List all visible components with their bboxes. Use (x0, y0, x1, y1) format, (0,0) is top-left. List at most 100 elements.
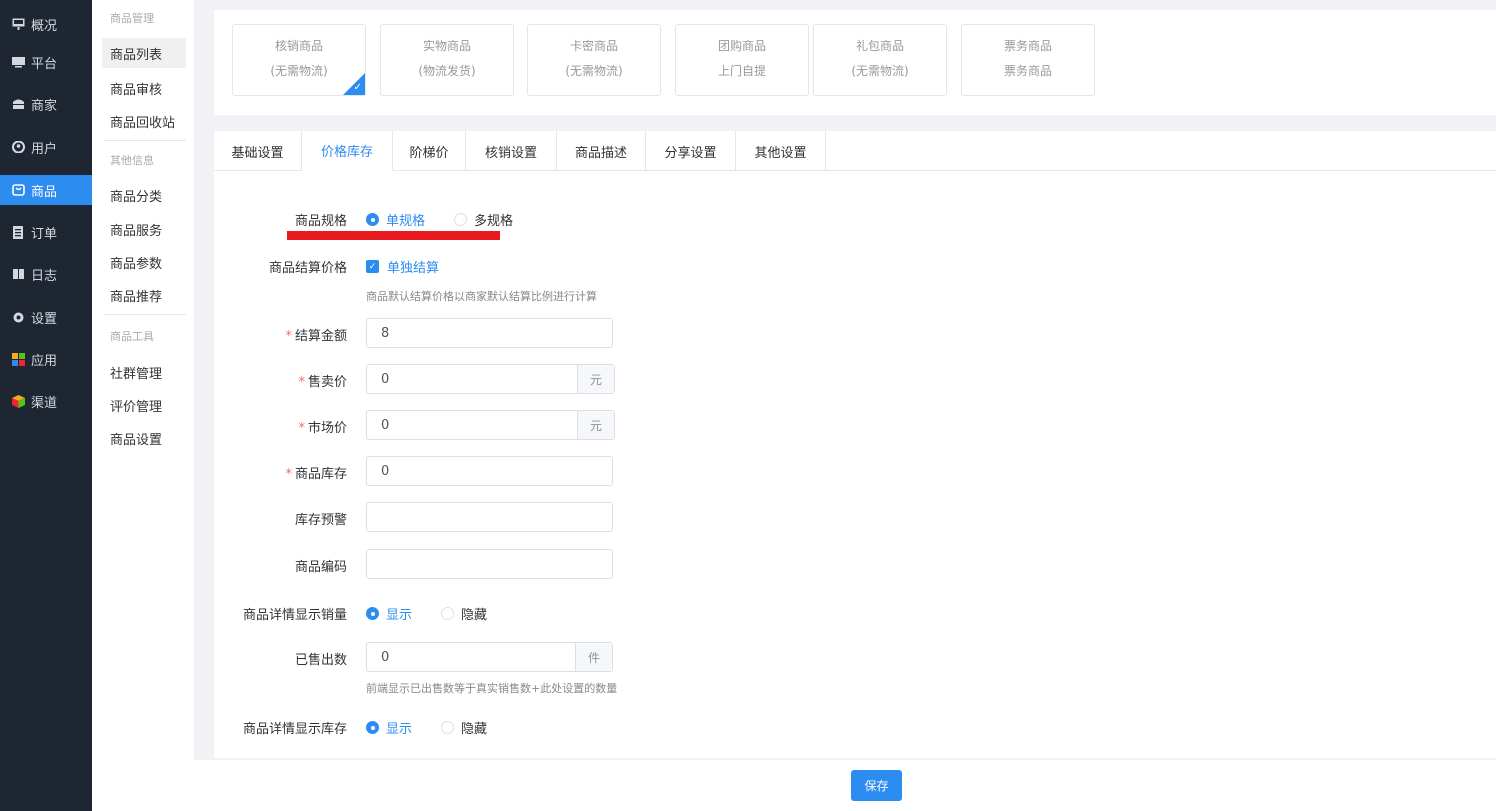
save-button[interactable]: 保存 (851, 770, 902, 801)
show-sales-show-radio[interactable]: 显示 (366, 604, 412, 623)
spec-single-radio[interactable]: 单规格 (366, 210, 425, 229)
show-stock-label: 商品详情显示库存 (242, 722, 347, 737)
sub-item-product-review[interactable]: 商品审核 (102, 73, 186, 103)
nav-item-settings[interactable]: 设置 (0, 302, 92, 332)
type-name: 票务商品 (1003, 39, 1052, 53)
tab-share[interactable]: 分享设置 (646, 131, 736, 171)
type-name: 实物商品 (422, 39, 471, 53)
nav-label: 商家 (31, 98, 58, 114)
main-nav: 概况 平台 商家 用户 商品 订单 日志 设置 应用 渠道 (0, 0, 92, 811)
tab-other[interactable]: 其他设置 (736, 131, 826, 171)
type-card-card-key[interactable]: 卡密商品 (无需物流) (527, 24, 661, 96)
settle-label: 商品结算价格 (268, 261, 347, 276)
stock-warning-label: 库存预警 (294, 513, 347, 528)
settle-hint: 商品默认结算价格以商家默认结算比例进行计算 (366, 290, 597, 303)
nav-item-apps[interactable]: 应用 (0, 344, 92, 374)
sub-item-recommend[interactable]: 商品推荐 (102, 280, 186, 310)
tab-price-stock[interactable]: 价格库存 (302, 131, 393, 171)
tab-tier-price[interactable]: 阶梯价 (393, 131, 466, 171)
radio-label: 单规格 (386, 214, 426, 229)
book-icon (11, 267, 25, 281)
type-name: 礼包商品 (855, 39, 904, 53)
nav-item-product[interactable]: 商品 (0, 175, 92, 205)
show-sales-hide-radio[interactable]: 隐藏 (441, 604, 487, 623)
radio-dot (441, 607, 454, 620)
sub-nav: 商品管理 商品列表 商品审核 商品回收站 其他信息 商品分类 商品服务 商品参数… (92, 0, 194, 811)
divider (104, 314, 186, 315)
apps-grid-icon (11, 352, 25, 366)
radio-dot (454, 213, 467, 226)
nav-label: 渠道 (31, 395, 58, 411)
user-icon (11, 140, 25, 154)
nav-item-merchant[interactable]: 商家 (0, 89, 92, 119)
market-price-input[interactable]: 0 元 (366, 410, 615, 440)
nav-item-order[interactable]: 订单 (0, 217, 92, 247)
sub-item-product-list[interactable]: 商品列表 (102, 38, 186, 68)
footer-bar (194, 760, 1496, 811)
type-card-ticket[interactable]: 票务商品 票务商品 (961, 24, 1095, 96)
nav-label: 概况 (31, 18, 58, 34)
radio-label: 显示 (386, 722, 413, 737)
nav-item-log[interactable]: 日志 (0, 259, 92, 289)
label-text: 结算金额 (294, 329, 347, 344)
sold-count-input[interactable]: 0 件 (366, 642, 613, 672)
required-mark: * (298, 421, 305, 436)
spec-multi-radio[interactable]: 多规格 (454, 210, 513, 229)
show-stock-show-radio[interactable]: 显示 (366, 718, 412, 737)
nav-item-channel[interactable]: 渠道 (0, 386, 92, 416)
radio-dot (441, 721, 454, 734)
checkmark-icon: ✓ (366, 260, 379, 273)
type-sub: (无需物流) (851, 64, 909, 78)
sold-count-hint: 前端显示已出售数等于真实销售数+此处设置的数量 (366, 682, 618, 695)
tab-description[interactable]: 商品描述 (557, 131, 646, 171)
show-sales-label: 商品详情显示销量 (242, 608, 347, 623)
nav-item-platform[interactable]: 平台 (0, 47, 92, 77)
required-mark: * (285, 467, 292, 482)
settle-separately-checkbox[interactable]: ✓ 单独结算 (366, 257, 439, 276)
required-mark: * (298, 375, 305, 390)
stock-input[interactable]: 0 (366, 456, 613, 486)
checkbox-label: 单独结算 (387, 261, 440, 276)
unit-addon: 件 (575, 643, 612, 671)
sub-item-recycle-bin[interactable]: 商品回收站 (102, 106, 186, 136)
type-card-physical[interactable]: 实物商品 (物流发货) (380, 24, 514, 96)
nav-label: 用户 (31, 141, 58, 157)
currency-addon: 元 (577, 411, 614, 439)
nav-label: 商品 (31, 184, 58, 200)
type-sub: (无需物流) (565, 64, 623, 78)
product-type-panel: 核销商品 (无需物流) ✓ 实物商品 (物流发货) 卡密商品 (无需物流) 团购… (214, 10, 1496, 115)
type-name: 卡密商品 (569, 39, 618, 53)
divider (104, 140, 186, 141)
type-name: 团购商品 (717, 39, 766, 53)
tab-verify[interactable]: 核销设置 (466, 131, 557, 171)
tab-basic[interactable]: 基础设置 (214, 131, 302, 171)
input-value: 0 (381, 649, 390, 665)
input-value: 0 (381, 417, 390, 433)
nav-label: 平台 (31, 56, 58, 72)
type-card-verify[interactable]: 核销商品 (无需物流) ✓ (232, 24, 366, 96)
nav-label: 订单 (31, 226, 58, 242)
type-sub: (物流发货) (418, 64, 476, 78)
type-card-group-buy[interactable]: 团购商品 上门自提 (675, 24, 809, 96)
shopping-bag-icon (11, 183, 25, 197)
sold-count-label: 已售出数 (294, 653, 347, 668)
settle-amount-input[interactable]: 8 (366, 318, 613, 348)
stock-warning-input[interactable] (366, 502, 613, 532)
annotation-underline (287, 231, 500, 240)
sale-price-input[interactable]: 0 元 (366, 364, 615, 394)
market-price-label: * 市场价 (147, 417, 347, 436)
type-name: 核销商品 (274, 39, 323, 53)
settle-amount-label: * 结算金额 (147, 325, 347, 344)
check-icon: ✓ (353, 82, 362, 93)
nav-item-overview[interactable]: 概况 (0, 9, 92, 39)
sub-item-category[interactable]: 商品分类 (102, 180, 186, 210)
nav-item-user[interactable]: 用户 (0, 132, 92, 162)
type-card-gift-pack[interactable]: 礼包商品 (无需物流) (813, 24, 947, 96)
show-stock-hide-radio[interactable]: 隐藏 (441, 718, 487, 737)
type-sub: 上门自提 (717, 64, 766, 78)
spec-label: 商品规格 (294, 214, 347, 229)
product-code-input[interactable] (366, 549, 613, 579)
stock-label: * 商品库存 (147, 463, 347, 482)
cube-icon (11, 394, 25, 408)
sub-item-reviews[interactable]: 评价管理 (102, 390, 186, 420)
